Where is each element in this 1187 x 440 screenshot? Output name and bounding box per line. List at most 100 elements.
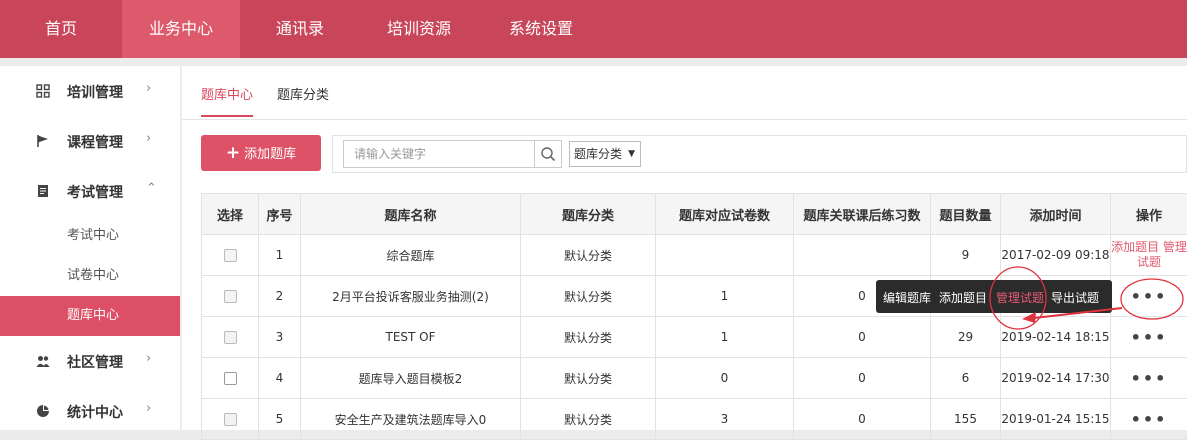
chevron-right-icon: ›	[146, 131, 151, 146]
document-icon	[36, 184, 50, 198]
bank-name: 题库导入题目模板2	[301, 358, 521, 399]
sidebar-item-label: 培训管理	[67, 82, 123, 102]
nav-home[interactable]: 首页	[0, 0, 122, 58]
column-header: 操作	[1111, 194, 1187, 235]
add-button-label: 添加题库	[244, 147, 296, 162]
users-icon	[36, 354, 50, 368]
sidebar-item-label: 考试管理	[67, 182, 123, 202]
row-index: 5	[259, 399, 301, 440]
row-index: 2	[259, 276, 301, 317]
add-question-bank-button[interactable]: +添加题库	[201, 135, 321, 171]
table-row: 5 安全生产及建筑法题库导入0 默认分类 3 0 155 2019-01-24 …	[202, 399, 1187, 440]
category-select-value: 题库分类	[574, 147, 622, 161]
sidebar-subitem-exam-center[interactable]: 考试中心	[0, 216, 180, 256]
paper-count[interactable]: 0	[656, 358, 794, 399]
tab-bar: 题库中心 题库分类	[182, 66, 1187, 120]
exercise-count[interactable]: 0	[794, 317, 931, 358]
search-button[interactable]	[534, 140, 562, 168]
added-time: 2017-02-09 09:18	[1001, 235, 1111, 276]
question-bank-table: 选择 序号 题库名称 题库分类 题库对应试卷数 题库关联课后练习数 题目数量 添…	[201, 193, 1187, 440]
pie-chart-icon	[36, 404, 50, 418]
column-header: 题目数量	[931, 194, 1001, 235]
table-row: 1 综合题库 默认分类 9 2017-02-09 09:18 添加题目 管理试题	[202, 235, 1187, 276]
chevron-right-icon: ›	[146, 351, 151, 366]
paper-count[interactable]: 1	[656, 317, 794, 358]
bank-category: 默认分类	[521, 235, 656, 276]
top-nav-bar: 首页 业务中心 通讯录 培训资源 系统设置	[0, 0, 1187, 58]
question-count: 9	[931, 235, 1001, 276]
filter-bar: 题库分类 ▼	[332, 135, 1187, 173]
more-actions-icon[interactable]: •••	[1131, 287, 1168, 306]
added-time: 2019-01-24 15:15	[1001, 399, 1111, 440]
column-header: 添加时间	[1001, 194, 1111, 235]
table-header-row: 选择 序号 题库名称 题库分类 题库对应试卷数 题库关联课后练习数 题目数量 添…	[202, 194, 1187, 235]
nav-business-center[interactable]: 业务中心	[122, 0, 240, 58]
added-time: 2019-02-14 18:15	[1001, 317, 1111, 358]
sidebar: 培训管理 › 课程管理 › 考试管理 ⌃ 考试中心 试卷中心 题库中心 社区管理…	[0, 66, 180, 430]
row-index: 4	[259, 358, 301, 399]
main-panel: 题库中心 题库分类 +添加题库 题库分类 ▼ 选择 序号 题库名称	[182, 66, 1187, 430]
sidebar-item-label: 统计中心	[67, 402, 123, 422]
sidebar-item-label: 课程管理	[67, 132, 123, 152]
bank-name: TEST OF	[301, 317, 521, 358]
chevron-up-icon: ⌃	[146, 181, 157, 196]
row-checkbox[interactable]	[224, 413, 237, 426]
bank-name: 综合题库	[301, 235, 521, 276]
edit-bank-action[interactable]: 编辑题库	[883, 289, 931, 306]
row-index: 3	[259, 317, 301, 358]
flag-icon	[36, 134, 50, 148]
sidebar-item-course[interactable]: 课程管理 ›	[0, 116, 180, 166]
question-count: 29	[931, 317, 1001, 358]
nav-contacts[interactable]: 通讯录	[240, 0, 360, 58]
sidebar-subitem-question-bank[interactable]: 题库中心	[0, 296, 180, 336]
nav-training-resources[interactable]: 培训资源	[360, 0, 478, 58]
row-checkbox[interactable]	[224, 249, 237, 262]
sidebar-item-community[interactable]: 社区管理 ›	[0, 336, 180, 386]
chevron-right-icon: ›	[146, 401, 151, 416]
bank-category: 默认分类	[521, 276, 656, 317]
tab-question-bank-center[interactable]: 题库中心	[201, 84, 253, 117]
bank-category: 默认分类	[521, 317, 656, 358]
paper-count[interactable]: 3	[656, 399, 794, 440]
row-index: 1	[259, 235, 301, 276]
row-checkbox[interactable]	[224, 331, 237, 344]
more-actions-icon[interactable]: •••	[1131, 410, 1168, 429]
column-header: 选择	[202, 194, 259, 235]
manage-questions-action[interactable]: 管理试题	[996, 289, 1044, 306]
table-row: 3 TEST OF 默认分类 1 0 29 2019-02-14 18:15 •…	[202, 317, 1187, 358]
tab-question-bank-category[interactable]: 题库分类	[277, 84, 329, 115]
row-checkbox[interactable]	[224, 372, 237, 385]
bank-name: 2月平台投诉客服业务抽测(2)	[301, 276, 521, 317]
paper-count[interactable]: 1	[656, 276, 794, 317]
add-questions-link[interactable]: 添加题目	[1111, 240, 1159, 254]
exercise-count[interactable]: 0	[794, 399, 931, 440]
bank-name: 安全生产及建筑法题库导入0	[301, 399, 521, 440]
exercise-count[interactable]	[794, 235, 931, 276]
chevron-right-icon: ›	[146, 81, 151, 96]
actions-popup-menu: 编辑题库 添加题目 管理试题 导出试题	[876, 280, 1112, 313]
more-actions-icon[interactable]: •••	[1131, 328, 1168, 347]
added-time: 2019-02-14 17:30	[1001, 358, 1111, 399]
grid-icon	[36, 84, 50, 98]
column-header: 题库分类	[521, 194, 656, 235]
export-questions-action[interactable]: 导出试题	[1051, 289, 1099, 306]
question-count: 6	[931, 358, 1001, 399]
sidebar-item-training[interactable]: 培训管理 ›	[0, 66, 180, 116]
column-header: 题库名称	[301, 194, 521, 235]
question-count: 155	[931, 399, 1001, 440]
paper-count[interactable]	[656, 235, 794, 276]
category-select[interactable]: 题库分类 ▼	[569, 141, 641, 167]
bank-category: 默认分类	[521, 358, 656, 399]
column-header: 题库关联课后练习数	[794, 194, 931, 235]
column-header: 序号	[259, 194, 301, 235]
sidebar-item-statistics[interactable]: 统计中心 ›	[0, 386, 180, 436]
exercise-count[interactable]: 0	[794, 358, 931, 399]
search-input[interactable]	[343, 140, 535, 168]
caret-down-icon: ▼	[628, 142, 635, 166]
sidebar-subitem-paper-center[interactable]: 试卷中心	[0, 256, 180, 296]
add-questions-action[interactable]: 添加题目	[939, 289, 987, 306]
nav-system-settings[interactable]: 系统设置	[478, 0, 604, 58]
more-actions-icon[interactable]: •••	[1131, 369, 1168, 388]
sidebar-item-exam[interactable]: 考试管理 ⌃	[0, 166, 180, 216]
row-checkbox[interactable]	[224, 290, 237, 303]
